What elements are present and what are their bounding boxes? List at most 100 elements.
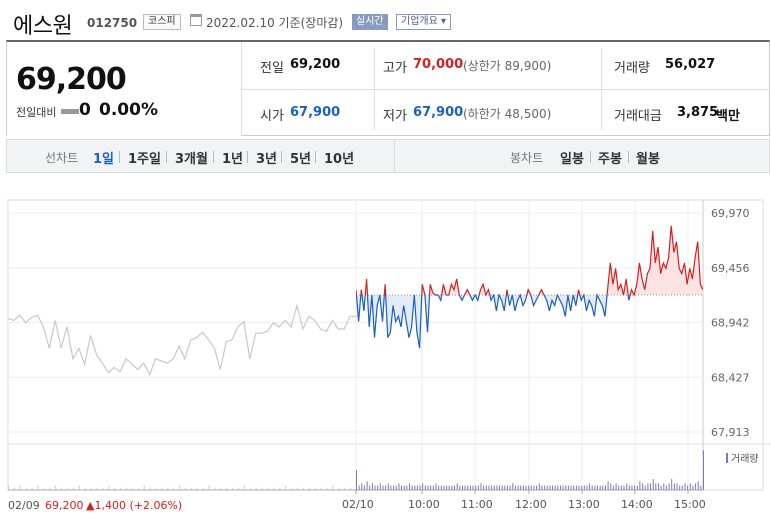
trade-amount-label: 거래대금 [614,109,662,124]
volume-bar [459,485,461,490]
period-1d[interactable]: 1일 [93,148,114,167]
prev-close-cell: 전일 69,200 [242,42,374,88]
volume-bar [137,487,139,490]
low-value: 67,900 [413,105,464,120]
volume-bar [562,485,564,490]
prev-day-line [7,303,356,377]
divider [315,151,316,163]
chart-frame [7,199,764,491]
volume-bar [190,487,192,490]
volume-bar [374,485,376,490]
volume-bar [480,483,482,490]
volume-bar [581,485,583,490]
period-1w[interactable]: 1주일 [128,148,161,167]
volume-bar [660,485,662,490]
volume-bar [684,483,686,490]
trade-amount-unit: 백만 [716,109,740,124]
low-label: 저가 [383,109,407,124]
volume-bar [560,485,561,490]
volume-bar [430,485,432,490]
volume-bar [226,487,228,490]
volume-bar [358,485,360,490]
period-3m[interactable]: 3개월 [175,148,208,167]
candle-weekly[interactable]: 주봉 [598,148,622,167]
volume-bar [114,487,116,490]
volume-bar [238,487,239,490]
company-info-dropdown[interactable]: 기업개요 ▾ [396,14,451,30]
change-percent: 0.00% [99,100,158,120]
volume-bar [679,485,681,490]
low-cell: 저가 67,900 (하한가 48,500) [375,90,601,136]
volume-bar [232,487,234,490]
y-tick-label: 69,970 [711,207,750,220]
volume-bar [37,485,39,490]
volume-bar [599,485,601,490]
volume-bar [385,485,387,490]
volume-bar [338,487,340,490]
volume-bar [507,485,508,490]
volume-bar [61,487,63,490]
base-date: 2022.02.10 기준(장마감) [206,16,344,30]
trade-amount-cell: 거래대금 3,875 백만 [602,90,770,136]
candle-monthly[interactable]: 월봉 [636,148,660,167]
volume-bar [472,485,474,490]
volume-bar [589,483,591,490]
volume-bar [618,485,620,490]
x-tick-label: 11:00 [461,498,493,511]
upper-limit: (상한가 89,900) [463,59,552,73]
x-tick-label: 15:00 [674,498,706,511]
volume-bar [326,487,328,490]
volume-bar [658,483,659,490]
volume-value: 56,027 [665,57,716,72]
volume-bar [570,485,572,490]
volume-bar [377,485,379,490]
candle-daily[interactable]: 일봉 [560,148,584,167]
period-toolbar: 선차트 1일 1주일 3개월 1년 3년 5년 10년 봉차트 일봉 주봉 월봉 [6,139,770,173]
y-tick-label: 68,427 [711,371,750,384]
volume-bar [652,479,654,490]
volume-bar [403,485,405,490]
volume-bar [155,487,157,490]
volume-bar [522,485,524,490]
volume-bar [167,487,169,490]
x-tick-label: 13:00 [568,498,600,511]
volume-bar [557,485,559,490]
divider [590,151,591,163]
volume-bar [55,485,57,490]
volume-bar [84,487,86,490]
volume-bar [681,485,683,490]
period-3y[interactable]: 3년 [256,148,277,167]
divider [628,151,629,163]
volume-bar [126,487,127,490]
volume-bar [398,483,400,490]
flat-change-icon [61,109,79,114]
volume-bar [575,485,577,490]
x-tick-label: 14:00 [621,498,653,511]
volume-bar [549,485,551,490]
period-10y[interactable]: 10년 [324,148,354,167]
volume-bar [267,487,269,490]
volume-bar [202,487,204,490]
volume-bar [379,483,381,490]
divider [119,151,120,163]
volume-bar [565,485,567,490]
price-summary: 69,200 전일대비 0 0.00% 전일 69,200 고가 70,000 … [6,40,770,136]
volume-bar [488,485,490,490]
volume-bar [419,485,421,490]
footer-prev-date: 02/09 [8,499,40,512]
realtime-button[interactable]: 실시간 [352,14,388,30]
volume-bar [665,485,667,490]
divider [166,151,167,163]
prev-close-value: 69,200 [290,57,341,72]
volume-bar [620,485,622,490]
volume-bar [13,487,15,490]
volume-bar [196,487,198,490]
open-label: 시가 [260,109,284,124]
volume-bar [308,487,310,490]
volume-bar [49,487,51,490]
period-1y[interactable]: 1년 [222,148,243,167]
volume-bar [469,485,471,490]
volume-label: 거래량 [614,61,650,76]
period-5y[interactable]: 5년 [290,148,311,167]
volume-bar [249,487,251,490]
